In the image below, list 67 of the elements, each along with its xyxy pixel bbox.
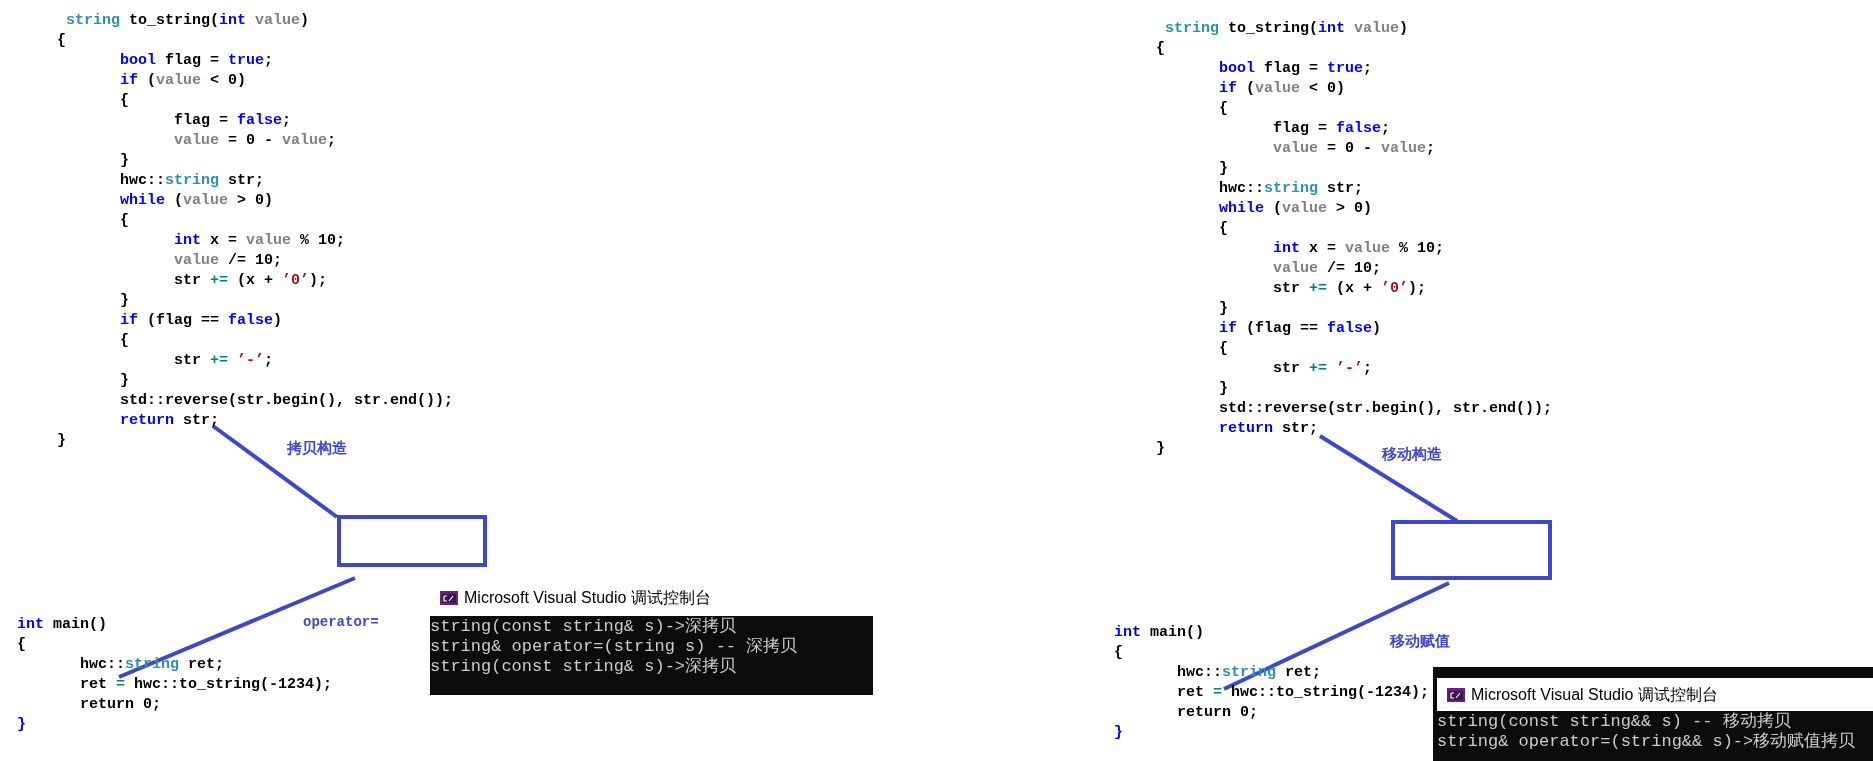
- code-line: int x = value % 10;: [1272, 239, 1445, 259]
- code-line: str += (x + ’0’);: [173, 271, 328, 291]
- code-line: ret = hwc::to_string(-1234);: [1176, 683, 1430, 703]
- code-line: while (value > 0): [1218, 199, 1373, 219]
- console-title: Microsoft Visual Studio 调试控制台: [464, 588, 711, 608]
- code-line: value /= 10;: [173, 251, 283, 271]
- code-line: }: [119, 291, 129, 311]
- code-line: {: [17, 635, 26, 655]
- code-line: str += (x + ’0’);: [1272, 279, 1427, 299]
- console-line: string& operator=(string s) -- 深拷贝: [430, 637, 798, 657]
- console-line: string(const string&& s) -- 移动拷贝: [1437, 712, 1791, 732]
- code-line: int main(): [1114, 623, 1205, 643]
- code-line: {: [119, 331, 129, 351]
- code-line: std::reverse(str.begin(), str.end());: [1218, 399, 1553, 419]
- code-line: while (value > 0): [119, 191, 274, 211]
- console-line: string(const string& s)->深拷贝: [430, 617, 737, 637]
- code-line: return 0;: [1176, 703, 1259, 723]
- code-line: {: [1114, 643, 1123, 663]
- code-line: if (value < 0): [119, 71, 247, 91]
- code-line: string to_string(int value): [65, 11, 310, 31]
- code-line: value = 0 - value;: [173, 131, 337, 151]
- code-line: }: [17, 715, 26, 735]
- console-line: string& operator=(string&& s)->移动赋值拷贝: [1437, 732, 1856, 752]
- code-line: return str;: [1218, 419, 1319, 439]
- code-line: if (flag == false): [119, 311, 283, 331]
- annotation-label: 拷贝构造: [287, 438, 347, 458]
- console-icon: [1447, 687, 1465, 702]
- annotation-label: operator=: [303, 613, 379, 632]
- code-line: }: [119, 371, 129, 391]
- code-line: bool flag = true;: [1218, 59, 1373, 79]
- code-line: return str;: [119, 411, 220, 431]
- code-line: flag = false;: [1272, 119, 1391, 139]
- code-line: {: [119, 91, 129, 111]
- code-line: hwc::string str;: [1218, 179, 1364, 199]
- code-line: bool flag = true;: [119, 51, 274, 71]
- code-line: std::reverse(str.begin(), str.end());: [119, 391, 454, 411]
- code-line: value /= 10;: [1272, 259, 1382, 279]
- code-line: {: [119, 211, 129, 231]
- annotation-label: 移动构造: [1382, 444, 1442, 464]
- console-title: Microsoft Visual Studio 调试控制台: [1471, 684, 1718, 705]
- code-line: }: [1114, 723, 1123, 743]
- code-line: {: [1218, 99, 1228, 119]
- code-line: string to_string(int value): [1164, 19, 1409, 39]
- console-line: string(const string& s)->深拷贝: [430, 657, 737, 677]
- code-line: }: [1218, 299, 1228, 319]
- code-line: if (flag == false): [1218, 319, 1382, 339]
- code-line: {: [57, 31, 66, 51]
- code-line: flag = false;: [173, 111, 292, 131]
- code-line: str += ’-’;: [173, 351, 274, 371]
- code-line: value = 0 - value;: [1272, 139, 1436, 159]
- code-line: if (value < 0): [1218, 79, 1346, 99]
- code-line: hwc::string str;: [119, 171, 265, 191]
- code-line: str += ’-’;: [1272, 359, 1373, 379]
- code-line: }: [119, 151, 129, 171]
- code-line: }: [57, 431, 66, 451]
- code-line: {: [1218, 339, 1228, 359]
- code-line: }: [1218, 159, 1228, 179]
- code-line: {: [1218, 219, 1228, 239]
- code-line: }: [1218, 379, 1228, 399]
- console-icon: [440, 591, 458, 605]
- annotation-label: 移动赋值: [1390, 631, 1450, 651]
- code-line: ret = hwc::to_string(-1234);: [79, 675, 333, 695]
- code-line: return 0;: [79, 695, 162, 715]
- code-line: }: [1156, 439, 1165, 459]
- code-line: int main(): [17, 615, 108, 635]
- code-line: int x = value % 10;: [173, 231, 346, 251]
- code-line: {: [1156, 39, 1165, 59]
